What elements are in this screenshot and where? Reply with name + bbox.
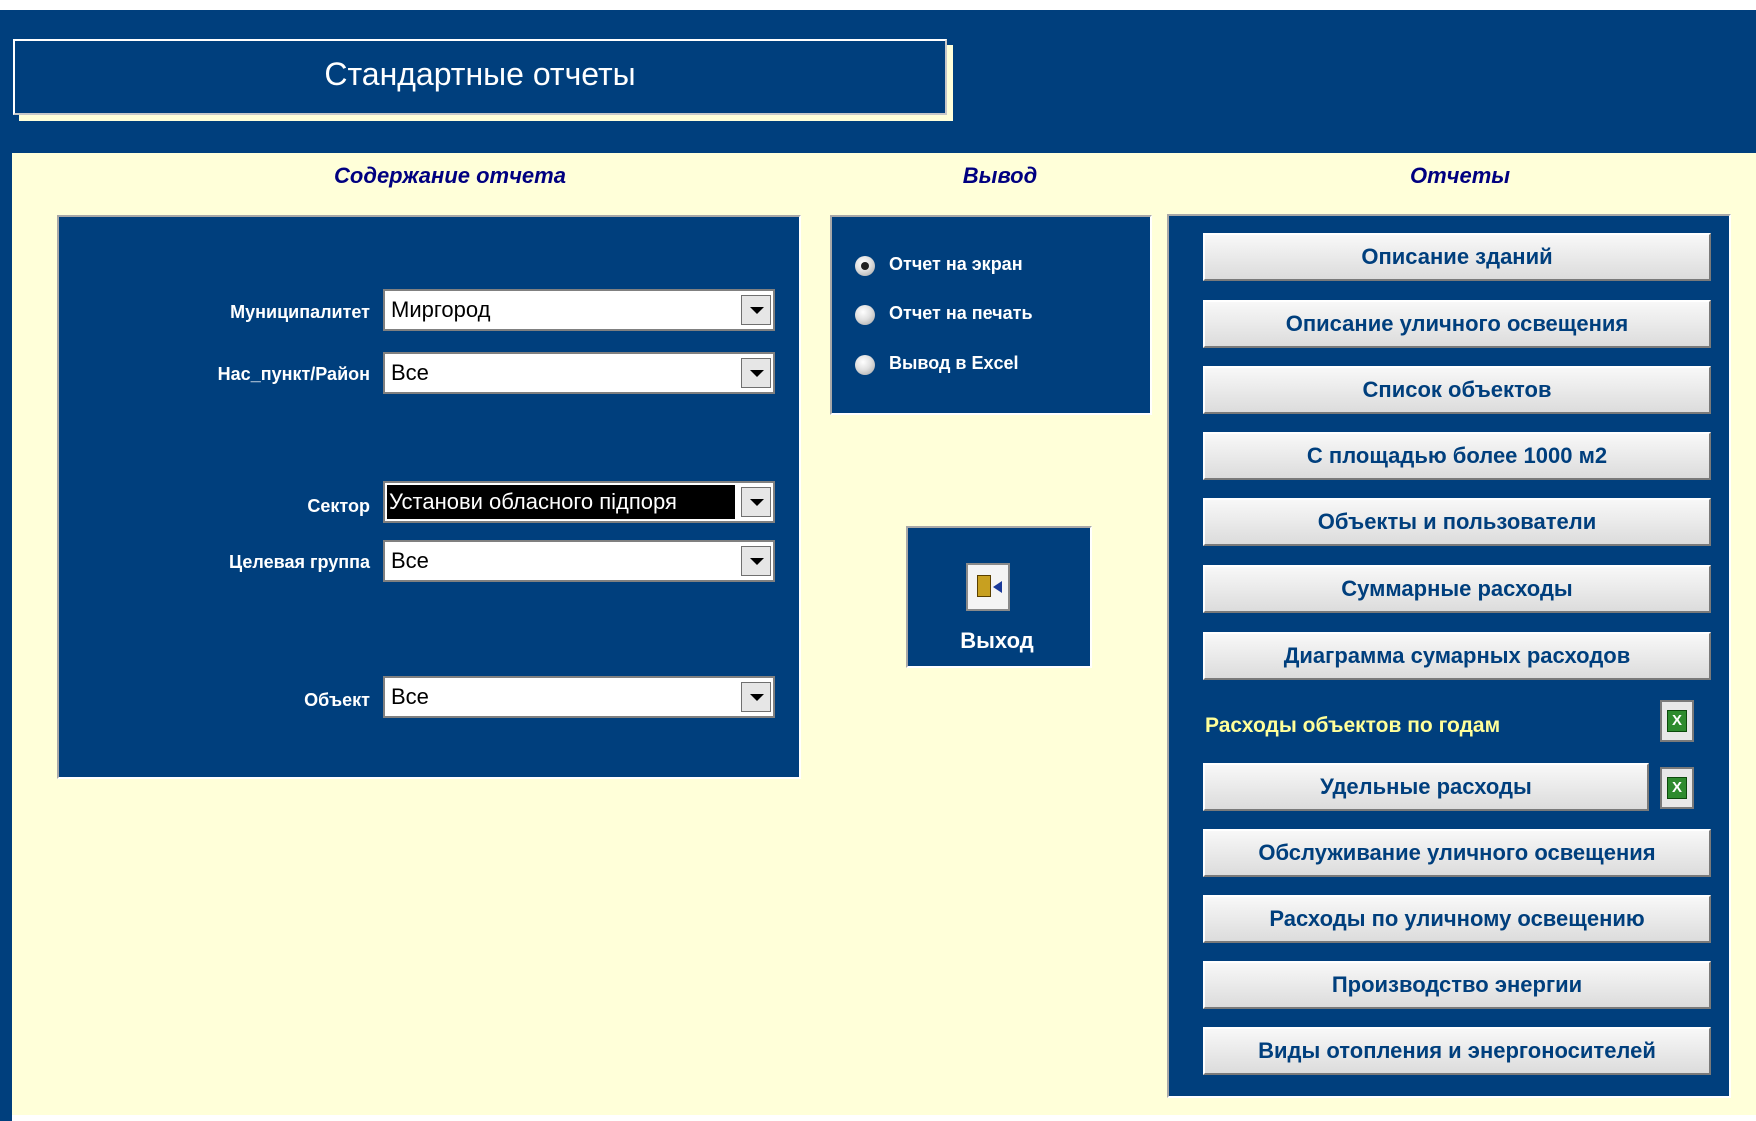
chevron-down-icon[interactable] [741, 358, 771, 388]
object-value: Все [391, 684, 429, 709]
door-icon [977, 575, 991, 597]
chevron-down-icon[interactable] [741, 295, 771, 325]
heating-types-button[interactable]: Виды отопления и энергоносителей [1203, 1027, 1711, 1075]
arrow-left-icon [993, 581, 1002, 593]
output-section-title: Вывод [962, 163, 1038, 188]
municipality-label: Муниципалитет [230, 302, 370, 322]
output-option-label: Отчет на печать [889, 303, 1033, 323]
describe-buildings-button[interactable]: Описание зданий [1203, 233, 1711, 281]
reports-section-title: Отчеты [1409, 163, 1511, 188]
excel-export-icon[interactable]: X [1660, 700, 1694, 742]
chevron-down-icon[interactable] [741, 546, 771, 576]
exit-button-label[interactable]: Выход [906, 628, 1088, 654]
locality-value: Все [391, 360, 429, 385]
total-expenses-button[interactable]: Суммарные расходы [1203, 565, 1711, 613]
target-group-label: Целевая группа [229, 552, 370, 572]
radio-icon[interactable] [855, 305, 875, 325]
municipality-value: Миргород [391, 297, 491, 322]
exit-door-icon[interactable] [966, 563, 1010, 611]
street-lighting-service-button[interactable]: Обслуживание уличного освещения [1203, 829, 1711, 877]
excel-export-icon[interactable]: X [1660, 767, 1694, 809]
report-window: Стандартные отчеты Содержание отчета Выв… [0, 0, 1756, 1121]
radio-icon[interactable] [855, 355, 875, 375]
target-group-value: Все [391, 548, 429, 573]
street-lighting-expenses-button[interactable]: Расходы по уличному освещению [1203, 895, 1711, 943]
total-expenses-chart-button[interactable]: Диаграмма сумарных расходов [1203, 632, 1711, 680]
window-title: Стандартные отчеты [13, 39, 947, 115]
locality-label: Нас_пункт/Район [217, 364, 370, 384]
object-select[interactable]: Все [383, 676, 775, 718]
objects-and-users-button[interactable]: Объекты и пользователи [1203, 498, 1711, 546]
sector-value: Установи обласного підпоря [387, 485, 735, 519]
content-section-title: Содержание отчета [334, 163, 566, 188]
window-left-border [0, 10, 12, 1121]
excel-icon: X [1667, 710, 1687, 732]
specific-expenses-button[interactable]: Удельные расходы [1203, 763, 1649, 811]
output-option-label: Отчет на экран [889, 254, 1023, 274]
area-over-1000-button[interactable]: С площадью более 1000 м2 [1203, 432, 1711, 480]
energy-production-button[interactable]: Производство энергии [1203, 961, 1711, 1009]
object-list-button[interactable]: Список объектов [1203, 366, 1711, 414]
output-option-label: Вывод в Excel [889, 353, 1019, 373]
excel-icon: X [1667, 777, 1687, 799]
municipality-select[interactable]: Миргород [383, 289, 775, 331]
sector-select[interactable]: Установи обласного підпоря [383, 481, 775, 523]
chevron-down-icon[interactable] [741, 682, 771, 712]
locality-select[interactable]: Все [383, 352, 775, 394]
sector-label: Сектор [307, 496, 370, 516]
expenses-by-year-label: Расходы объектов по годам [1205, 714, 1501, 737]
object-label: Объект [304, 690, 370, 710]
chevron-down-icon[interactable] [741, 487, 771, 517]
target-group-select[interactable]: Все [383, 540, 775, 582]
radio-selected-icon[interactable] [855, 256, 875, 276]
describe-street-lighting-button[interactable]: Описание уличного освещения [1203, 300, 1711, 348]
